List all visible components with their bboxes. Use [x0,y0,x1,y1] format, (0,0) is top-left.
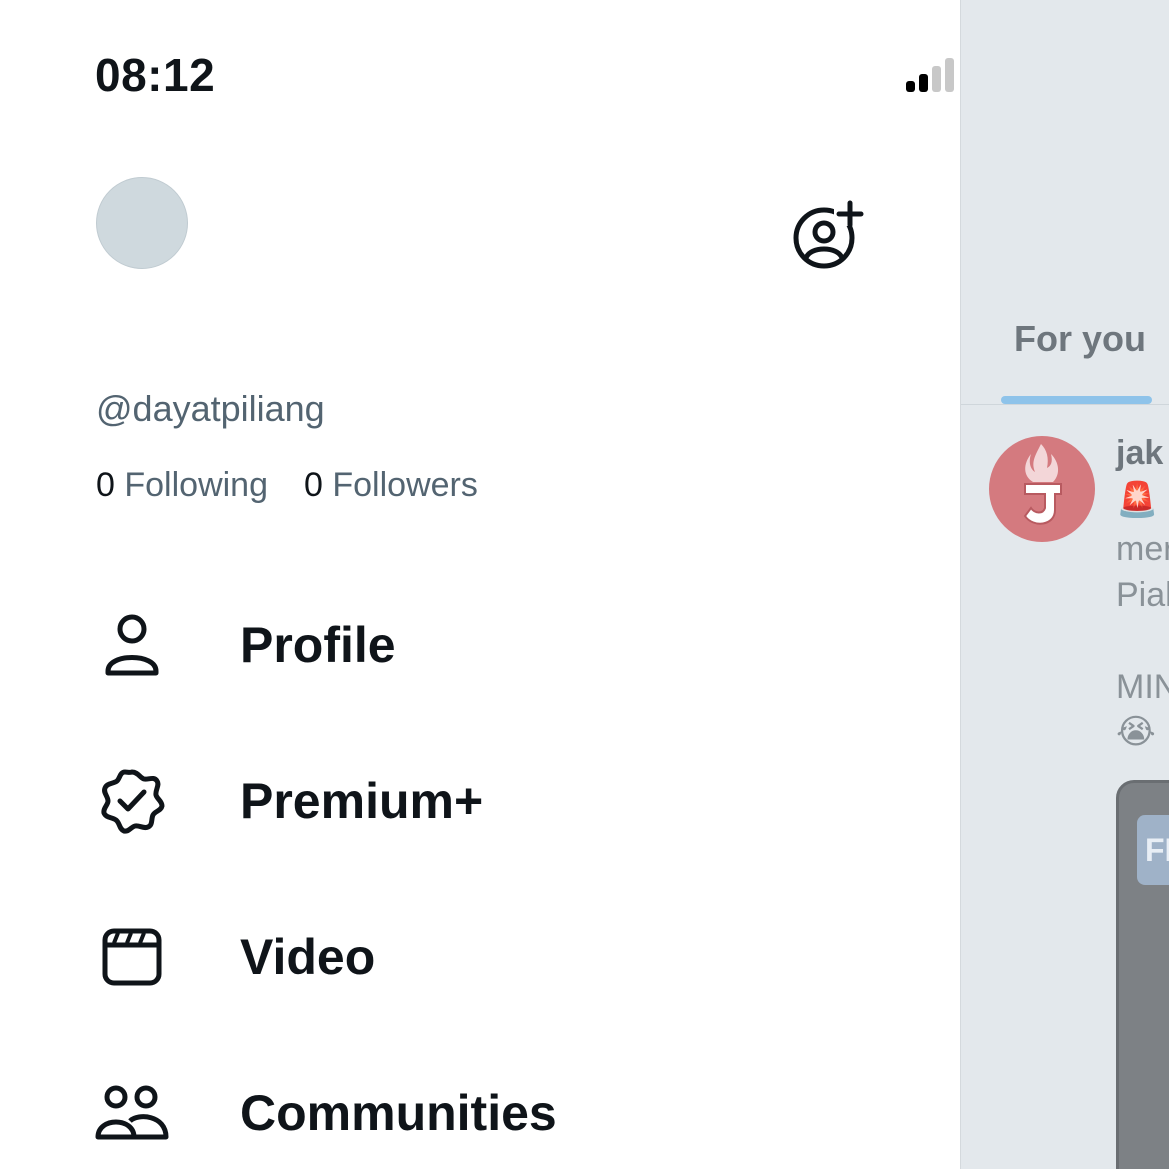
tweet-author-name[interactable]: jak [1116,434,1163,473]
menu-label-profile: Profile [240,617,396,673]
tweet-media-badge: FI [1137,815,1169,885]
avatar[interactable] [96,177,188,269]
menu-label-premium: Premium+ [240,773,484,829]
app-screen: 08:12 97 @dayatpiliang 0 Following0 Foll… [0,0,1169,1169]
tweet-line-6: 😭 [1116,713,1156,751]
followers-label: Followers [332,466,478,504]
tweet-author-avatar[interactable] [989,436,1095,542]
cellular-signal-icon [906,56,962,92]
menu-label-video: Video [240,929,376,985]
tweet-line-3: mer [1116,530,1169,568]
status-time: 08:12 [95,49,216,101]
follow-stats: 0 Following 0 Followers [96,466,478,505]
tweet-media[interactable]: FI [1116,780,1169,1169]
menu-item-communities[interactable]: Communities [90,1063,850,1163]
followers-link[interactable]: 0 Followers [304,466,478,504]
following-count: 0 [96,466,115,504]
followers-count: 0 [304,466,323,504]
following-label: Following [124,466,268,504]
tab-divider [961,404,1169,405]
tweet-line-4: Pial [1116,576,1169,614]
following-link[interactable]: 0 Following [96,466,268,504]
tab-for-you[interactable]: For you [1014,318,1146,360]
add-account-icon[interactable] [790,198,866,274]
menu-item-profile[interactable]: Profile [90,595,850,695]
user-handle[interactable]: @dayatpiliang [96,388,325,430]
menu-item-video[interactable]: Video [90,907,850,1007]
person-icon [90,603,174,687]
tweet-line-2: 🚨 [1116,481,1159,519]
menu-item-premium[interactable]: Premium+ [90,751,850,851]
verified-badge-icon [90,759,174,843]
communities-icon [90,1071,174,1155]
brand-logo-icon [1023,444,1062,525]
tweet-line-5: MIN [1116,668,1169,706]
menu-label-communities: Communities [240,1085,557,1141]
tab-indicator [1001,396,1152,404]
home-timeline-overlay[interactable]: For you jak 🚨 mer Pial MIN 😭 FI [960,0,1169,1169]
video-icon [90,915,174,999]
